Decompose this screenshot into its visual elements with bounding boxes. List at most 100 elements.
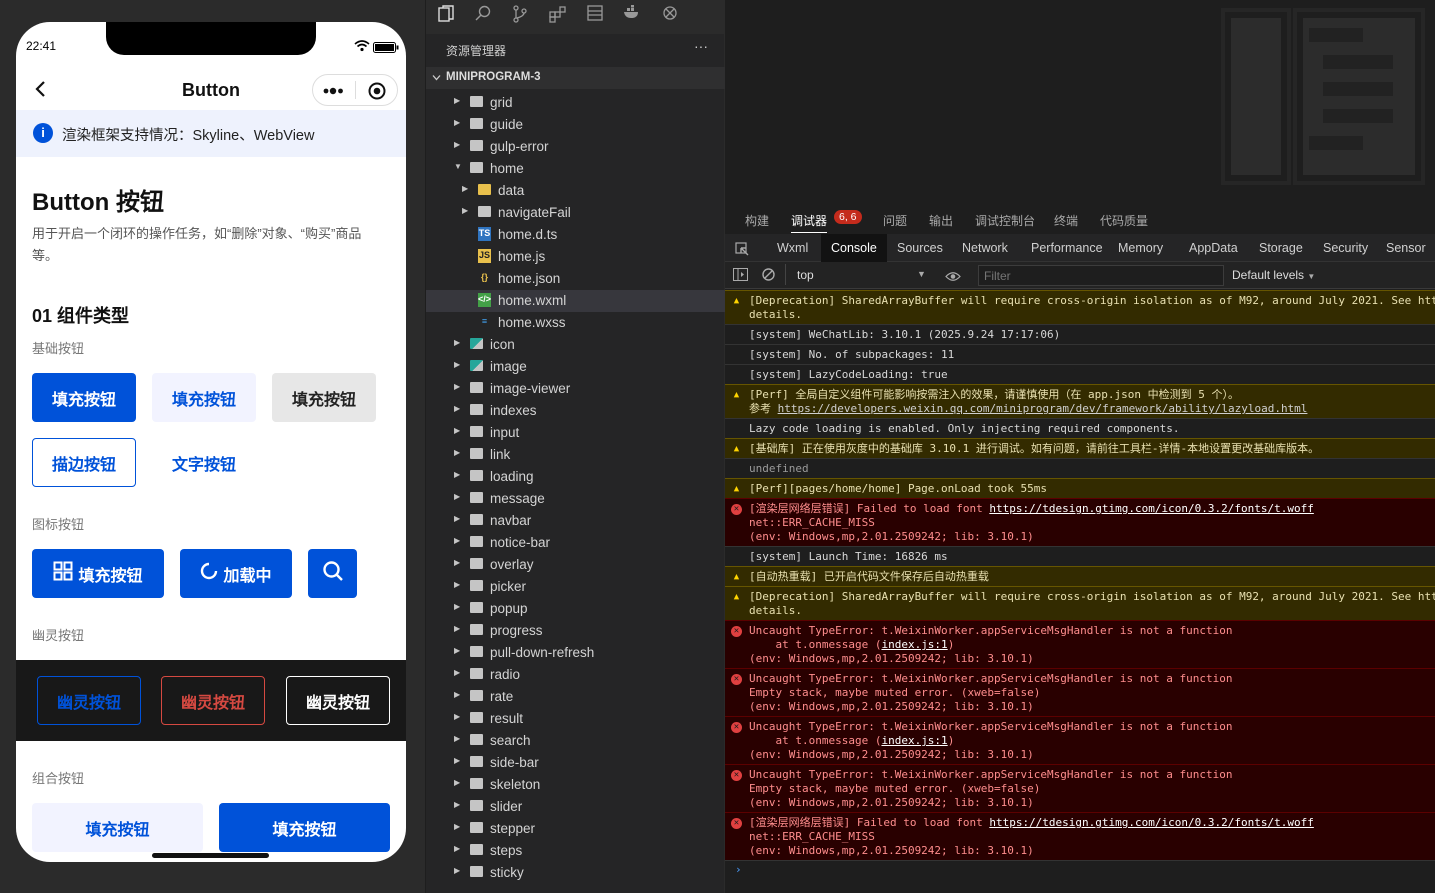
tree-item[interactable]: ▶ result [426, 708, 725, 730]
chevron-right-icon: ▶ [454, 778, 461, 787]
inspect-element-icon[interactable] [735, 242, 749, 261]
devtools-tab-network[interactable]: Network [962, 241, 1008, 255]
ghost-button-default[interactable]: 幽灵按钮 [286, 676, 390, 725]
tree-item[interactable]: ▶ loading [426, 466, 725, 488]
panel-tab[interactable]: 调试器 [791, 212, 828, 233]
fill-button-primary[interactable]: 填充按钮 [32, 373, 136, 422]
tree-item[interactable]: ▶ navbar [426, 510, 725, 532]
group-button-light[interactable]: 填充按钮 [32, 803, 203, 852]
tree-item[interactable]: ▶ grid [426, 92, 725, 114]
tree-item[interactable]: ▶ skeleton [426, 774, 725, 796]
tree-item[interactable]: ▶ progress [426, 620, 725, 642]
devtools-tab-wxml[interactable]: Wxml [777, 241, 808, 255]
storage-icon[interactable] [585, 5, 605, 25]
tree-item[interactable]: ▶ message [426, 488, 725, 510]
search-icon[interactable] [473, 5, 493, 25]
folder-icon [470, 360, 483, 371]
fill-button-light[interactable]: 填充按钮 [152, 373, 256, 422]
text-button[interactable]: 文字按钮 [152, 438, 256, 487]
console-link[interactable]: https://tdesign.gtimg.com/icon/0.3.2/fon… [989, 816, 1314, 829]
tree-item[interactable]: ▶ radio [426, 664, 725, 686]
devtools-tab-memory[interactable]: Memory [1118, 241, 1163, 255]
search-icon-button[interactable] [308, 549, 357, 598]
tree-item[interactable]: ▶ image [426, 356, 725, 378]
tree-item[interactable]: ▶ data [426, 180, 725, 202]
devtools-tab-performance[interactable]: Performance [1031, 241, 1103, 255]
clear-console-icon[interactable] [762, 268, 775, 286]
devtools-tab-appdata[interactable]: AppData [1189, 241, 1238, 255]
tree-item[interactable]: ▶ navigateFail [426, 202, 725, 224]
tree-item[interactable]: ▶ side-bar [426, 752, 725, 774]
console-message: ▲ [Deprecation] SharedArrayBuffer will re… [725, 290, 1435, 324]
devtools-tab-security[interactable]: Security [1323, 241, 1368, 255]
tree-item[interactable]: ▶ steps [426, 840, 725, 862]
tree-item[interactable]: ≡ home.wxss [426, 312, 725, 334]
panel-tab[interactable]: 问题 [883, 212, 907, 229]
tree-item[interactable]: TS home.d.ts [426, 224, 725, 246]
explorer-more-icon[interactable]: ··· [694, 38, 708, 54]
tree-item-label: gulp-error [490, 139, 549, 154]
devtools-tab-sensor[interactable]: Sensor [1386, 241, 1426, 255]
tree-item[interactable]: ▶ input [426, 422, 725, 444]
group-button-primary[interactable]: 填充按钮 [219, 803, 390, 852]
source-control-icon[interactable] [510, 5, 530, 25]
project-header[interactable]: MINIPROGRAM-3 [426, 67, 725, 89]
live-expression-eye-icon[interactable] [945, 269, 961, 287]
tree-item[interactable]: ▶ search [426, 730, 725, 752]
panel-tab[interactable]: 代码质量 [1100, 212, 1148, 229]
close-miniprogram-icon[interactable] [368, 82, 386, 105]
extensions-icon[interactable] [548, 5, 568, 25]
console-link[interactable]: index.js:1 [881, 638, 947, 651]
panel-tab[interactable]: 构建 [745, 212, 769, 229]
debug-icon[interactable] [660, 5, 680, 25]
tree-item[interactable]: ▶ rate [426, 686, 725, 708]
tree-item[interactable]: ▶ guide [426, 114, 725, 136]
panel-tab[interactable]: 输出 [929, 212, 953, 229]
more-menu-icon[interactable] [323, 84, 347, 102]
console-link[interactable]: https://tdesign.gtimg.com/icon/0.3.2/fon… [989, 502, 1314, 515]
console-filter-input[interactable] [978, 265, 1224, 286]
ghost-button-primary[interactable]: 幽灵按钮 [37, 676, 141, 725]
fill-button-grey[interactable]: 填充按钮 [272, 373, 376, 422]
tree-item[interactable]: ▶ sticky [426, 862, 725, 884]
panel-tab[interactable]: 终端 [1054, 212, 1078, 229]
panel-tab[interactable]: 调试控制台 [975, 212, 1035, 229]
devtools-tab-sources[interactable]: Sources [897, 241, 943, 255]
tree-item[interactable]: ▶ overlay [426, 554, 725, 576]
console-line: at t.onmessage (index.js:1) [749, 734, 955, 747]
tree-item[interactable]: ▶ popup [426, 598, 725, 620]
tree-item[interactable]: ▶ gulp-error [426, 136, 725, 158]
warning-icon: ▲ [733, 572, 740, 582]
tree-item[interactable]: ▶ indexes [426, 400, 725, 422]
icon-fill-button[interactable]: 填充按钮 [32, 549, 164, 598]
devtools-tab-console[interactable]: Console [821, 234, 887, 262]
files-icon[interactable] [436, 5, 456, 25]
tree-item[interactable]: ▶ slider [426, 796, 725, 818]
loading-button[interactable]: 加载中 [180, 549, 292, 598]
context-selector[interactable]: top ▼ [791, 265, 931, 285]
group-buttons-label: 组合按钮 [32, 771, 85, 786]
tree-item[interactable]: ▶ icon [426, 334, 725, 356]
mini-program-capsule [312, 74, 398, 106]
outline-button[interactable]: 描边按钮 [32, 438, 136, 487]
console-message: ✕ [渲染层网络层错误] Failed to load font https://… [725, 498, 1435, 546]
log-levels-dropdown[interactable]: Default levels ▼ [1232, 268, 1315, 282]
tree-item[interactable]: JS home.js [426, 246, 725, 268]
tree-item[interactable]: {} home.json [426, 268, 725, 290]
tree-item[interactable]: ▶ link [426, 444, 725, 466]
tree-item[interactable]: ▼ home [426, 158, 725, 180]
console-link[interactable]: https://developers.weixin.qq.com/minipro… [778, 402, 1308, 415]
docker-icon[interactable] [622, 5, 642, 25]
console-prompt[interactable]: › [725, 860, 1435, 893]
tree-item[interactable]: ▶ stepper [426, 818, 725, 840]
devtools-tab-storage[interactable]: Storage [1259, 241, 1303, 255]
tree-item[interactable]: ▶ image-viewer [426, 378, 725, 400]
tree-item[interactable]: ▶ notice-bar [426, 532, 725, 554]
ghost-button-danger[interactable]: 幽灵按钮 [161, 676, 265, 725]
sidebar-toggle-icon[interactable] [733, 268, 748, 286]
tree-item[interactable]: ▶ pull-down-refresh [426, 642, 725, 664]
console-link[interactable]: index.js:1 [881, 734, 947, 747]
tree-item[interactable]: </> home.wxml [426, 290, 725, 312]
tree-item-label: input [490, 425, 520, 440]
tree-item[interactable]: ▶ picker [426, 576, 725, 598]
